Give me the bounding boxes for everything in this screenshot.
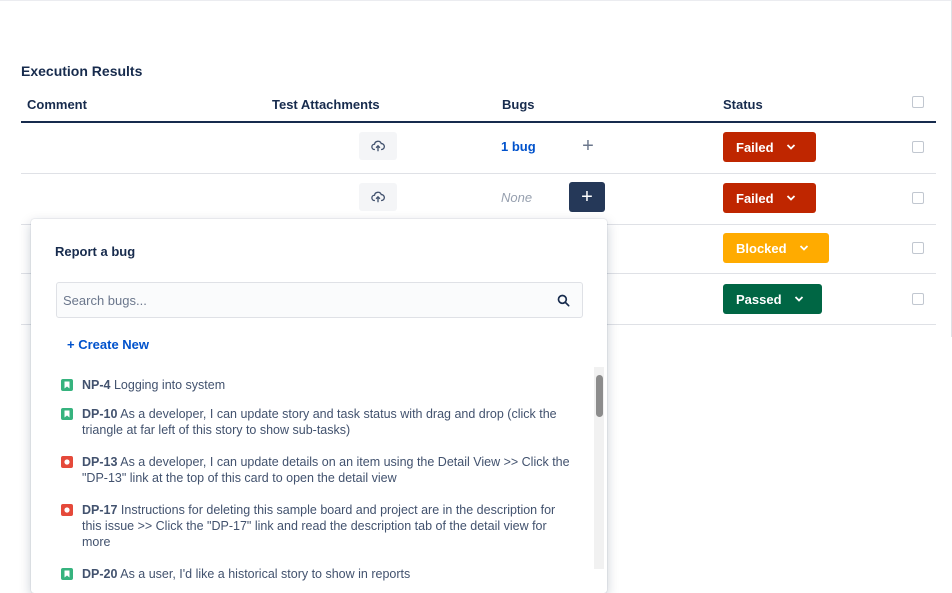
- status-dropdown[interactable]: Blocked: [723, 233, 829, 263]
- search-icon: [557, 294, 570, 307]
- story-icon: [61, 408, 73, 420]
- attachment-upload-button[interactable]: [359, 132, 397, 160]
- plus-icon: +: [581, 185, 593, 208]
- status-label: Passed: [736, 291, 782, 307]
- scrollbar-thumb[interactable]: [596, 375, 603, 417]
- issue-key: NP-4: [82, 378, 111, 392]
- bug-icon: [61, 504, 73, 516]
- issue-key: DP-10: [82, 407, 118, 421]
- section-title: Execution Results: [21, 63, 143, 79]
- issue-key: DP-17: [82, 503, 118, 517]
- chevron-down-icon: [786, 195, 795, 201]
- chevron-down-icon: [786, 144, 795, 150]
- search-bugs-input[interactable]: [63, 283, 543, 317]
- search-bugs-field[interactable]: [56, 282, 583, 318]
- create-new-bug-link[interactable]: + Create New: [67, 337, 149, 352]
- cloud-upload-icon: [371, 191, 385, 203]
- column-header-attachments: Test Attachments: [272, 97, 380, 112]
- issue-summary: As a developer, I can update details on …: [82, 455, 570, 485]
- issue-summary: Logging into system: [113, 378, 226, 392]
- chevron-down-icon: [799, 245, 808, 251]
- attachment-upload-button[interactable]: [359, 183, 397, 211]
- bug-search-results: NP-4 Logging into system DP-10 As a deve…: [31, 367, 607, 593]
- row-checkbox[interactable]: [912, 293, 924, 305]
- column-header-bugs: Bugs: [502, 97, 535, 112]
- bug-count-link[interactable]: 1 bug: [501, 139, 536, 154]
- issue-key: DP-20: [82, 567, 118, 581]
- story-icon: [61, 379, 73, 391]
- issue-summary: As a developer, I can update story and t…: [82, 407, 557, 437]
- column-header-status: Status: [723, 97, 763, 112]
- no-bugs-label: None: [501, 190, 533, 205]
- status-label: Failed: [736, 139, 774, 155]
- report-bug-popup: Report a bug + Create New NP-4 Logging i…: [31, 219, 607, 593]
- plus-icon: +: [582, 134, 594, 157]
- bug-icon: [61, 456, 73, 468]
- popup-title: Report a bug: [55, 244, 136, 259]
- select-all-checkbox[interactable]: [912, 96, 924, 108]
- row-checkbox[interactable]: [912, 192, 924, 204]
- list-item[interactable]: DP-20 As a user, I'd like a historical s…: [61, 566, 571, 582]
- issue-key: DP-13: [82, 455, 118, 469]
- status-label: Blocked: [736, 240, 787, 256]
- row-checkbox[interactable]: [912, 242, 924, 254]
- story-icon: [61, 568, 73, 580]
- chevron-down-icon: [794, 296, 803, 302]
- issue-summary: As a user, I'd like a historical story t…: [120, 567, 411, 581]
- list-item[interactable]: DP-17 Instructions for deleting this sam…: [61, 502, 571, 550]
- status-dropdown[interactable]: Failed: [723, 132, 816, 162]
- cloud-upload-icon: [371, 140, 385, 152]
- row-checkbox[interactable]: [912, 141, 924, 153]
- add-bug-button[interactable]: +: [574, 132, 602, 160]
- status-dropdown[interactable]: Failed: [723, 183, 816, 213]
- list-item[interactable]: DP-13 As a developer, I can update detai…: [61, 454, 571, 486]
- list-item[interactable]: DP-10 As a developer, I can update story…: [61, 406, 571, 438]
- status-label: Failed: [736, 190, 774, 206]
- list-item[interactable]: NP-4 Logging into system: [61, 377, 571, 393]
- status-dropdown[interactable]: Passed: [723, 284, 822, 314]
- add-bug-button-active[interactable]: +: [569, 182, 605, 212]
- issue-summary: Instructions for deleting this sample bo…: [82, 503, 556, 549]
- column-header-comment: Comment: [27, 97, 87, 112]
